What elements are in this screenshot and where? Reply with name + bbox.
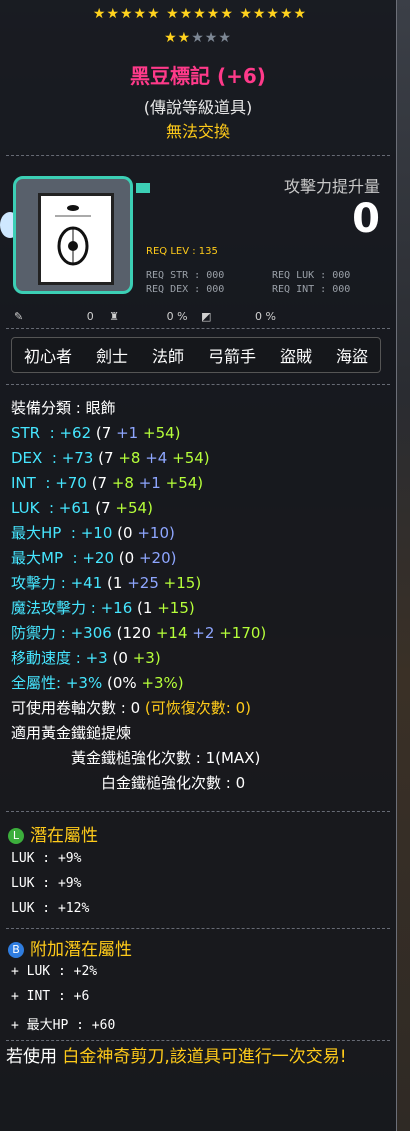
attack-boost-value: 0 xyxy=(352,196,380,242)
stat-int: INT : +70 (7 +8 +1 +54) xyxy=(11,474,204,492)
bonus-line: + LUK : +2% xyxy=(11,964,98,979)
potential-line: LUK : +9% xyxy=(11,876,82,891)
stat-mp: 最大MP : +20 (0 +20) xyxy=(11,549,177,567)
stat-list: 裝備分類 : 眼飾 STR : +62 (7 +1 +54) DEX : +73… xyxy=(11,396,266,796)
req-dex: REQ DEX : 000 xyxy=(146,284,225,295)
stat-all: 全屬性: +3% (0% +3%) xyxy=(11,674,184,692)
item-name: 黑豆標記 (+6) xyxy=(130,64,266,88)
req-luk: REQ LUK : 000 xyxy=(272,270,351,281)
stat-hp: 最大HP : +10 (0 +10) xyxy=(11,524,175,542)
sub-value-b: 0 % xyxy=(166,310,188,323)
sub-value-a: 0 xyxy=(86,310,94,323)
sub-value-c: 0 % xyxy=(254,310,276,323)
req-str: REQ STR : 000 xyxy=(146,270,225,281)
job-archer: 弓箭手 xyxy=(207,347,256,366)
scroll-count: 可使用卷軸次數 : 0 (可恢復次數: 0) xyxy=(11,699,251,717)
potential-header: L 潛在屬性 xyxy=(8,821,98,846)
bonus-line: + INT : +6 xyxy=(11,989,90,1004)
req-level: REQ LEV : 135 xyxy=(146,246,218,257)
star-force-row-2: ★★★★★ xyxy=(0,30,396,46)
divider xyxy=(6,384,390,385)
golden-hammer-count: 黃金鐵槌強化次數 : 1(MAX) xyxy=(71,749,261,767)
shield-icon: ◩ xyxy=(201,310,212,323)
item-grade: (傳說等級道具) xyxy=(143,98,253,117)
stat-attack: 攻擊力 : +41 (1 +25 +15) xyxy=(11,574,202,592)
req-int: REQ INT : 000 xyxy=(272,284,351,295)
eye-accessory-icon xyxy=(38,193,114,285)
stars-filled: ★★ xyxy=(164,30,192,46)
divider xyxy=(6,155,390,156)
stat-magic-attack: 魔法攻擊力 : +16 (1 +15) xyxy=(11,599,195,617)
stat-luk: LUK : +61 (7 +54) xyxy=(11,499,153,517)
scissors-notice: 若使用 白金神奇剪刀,該道具可進行一次交易! xyxy=(6,1047,347,1067)
bonus-badge-icon: B xyxy=(8,942,24,958)
bonus-line: + 最大HP : +60 xyxy=(11,1018,116,1033)
legendary-badge-icon: L xyxy=(8,828,24,844)
bag-icon: ♜ xyxy=(109,310,120,323)
divider xyxy=(6,928,390,929)
equip-category: 裝備分類 : 眼飾 xyxy=(11,399,116,417)
flag-icon xyxy=(136,183,150,193)
job-magician: 法師 xyxy=(151,347,184,366)
sub-stats-row: ✎ 0 ♜ 0 % ◩ 0 % xyxy=(14,310,276,323)
divider xyxy=(6,328,390,329)
item-tooltip: ★★★★★ ★★★★★ ★★★★★ ★★★★★ 黑豆標記 (+6) (傳說等級道… xyxy=(0,0,397,1131)
divider xyxy=(6,811,390,812)
potential-line: LUK : +12% xyxy=(11,901,90,916)
divider xyxy=(6,1040,390,1041)
stat-dex: DEX : +73 (7 +8 +4 +54) xyxy=(11,449,210,467)
scroll-icon: ✎ xyxy=(14,310,24,323)
bonus-potential-header: B 附加潛在屬性 xyxy=(8,935,132,960)
star-force-row-1: ★★★★★ ★★★★★ ★★★★★ xyxy=(92,6,308,22)
stat-str: STR : +62 (7 +1 +54) xyxy=(11,424,181,442)
attack-boost-label: 攻擊力提升量 xyxy=(283,177,380,196)
stat-defense: 防禦力 : +306 (120 +14 +2 +170) xyxy=(11,624,267,642)
job-warrior: 劍士 xyxy=(95,347,128,366)
platinum-hammer-count: 白金鐵槌強化次數 : 0 xyxy=(101,774,246,792)
golden-hammer-info: 適用黃金鐵鎚提煉 xyxy=(11,724,132,742)
stars-empty: ★★★ xyxy=(191,30,232,46)
job-pirate: 海盜 xyxy=(335,347,368,366)
job-thief: 盜賊 xyxy=(279,347,312,366)
item-icon-frame xyxy=(13,176,133,294)
stat-speed: 移動速度 : +3 (0 +3) xyxy=(11,649,161,667)
job-list: 初心者 劍士 法師 弓箭手 盜賊 海盜 xyxy=(11,337,381,373)
trade-status: 無法交換 xyxy=(165,122,230,141)
job-beginner: 初心者 xyxy=(23,347,72,366)
potential-line: LUK : +9% xyxy=(11,851,82,866)
